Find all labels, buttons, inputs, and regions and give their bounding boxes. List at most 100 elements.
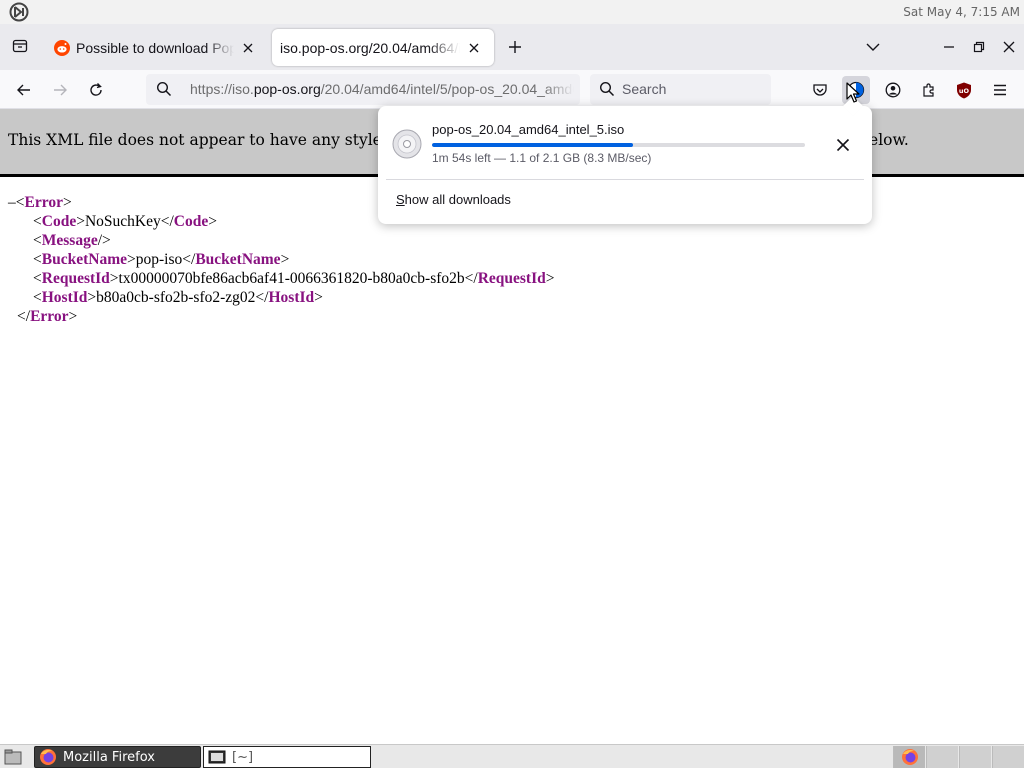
xml-root-close: </Error> [17,308,78,325]
xml-tag-name: BucketName [195,251,281,268]
downloads-panel: pop-os_20.04_amd64_intel_5.iso 1m 54s le… [378,96,872,224]
xml-element-bucketname: <BucketName>pop-iso</BucketName> [33,251,290,268]
mouse-cursor-icon [846,82,860,103]
svg-text:uO: uO [959,87,970,95]
taskbar-firefox[interactable]: Mozilla Firefox [34,746,201,768]
pocket-button[interactable] [806,76,834,104]
search-icon [156,81,172,97]
xml-tag-name: Message [41,232,98,249]
xml-tag-name: RequestId [41,270,110,287]
tab-strip: Possible to download Pop OS iso.pop-os.o… [0,24,1024,70]
clock[interactable]: Sat May 4, 7:15 AM [903,5,1020,19]
download-status: 1m 54s left — 1.1 of 2.1 GB (8.3 MB/sec) [432,151,652,165]
hamburger-menu-icon [994,84,1006,96]
xml-tag-name: Error [24,194,63,211]
workspace-3[interactable] [992,746,1024,768]
download-progress-bar [432,143,805,147]
disc-image-icon [392,129,422,159]
tab-close-button[interactable] [466,40,482,56]
address-bar[interactable]: https://iso.pop-os.org/20.04/amd64/intel… [146,74,580,105]
cancel-download-button[interactable] [830,132,856,158]
firefox-view-button[interactable] [8,34,32,58]
close-icon [469,43,479,52]
terminal-icon [208,750,226,764]
download-file-name[interactable]: pop-os_20.04_amd64_intel_5.iso [432,122,624,137]
taskbar-terminal[interactable]: [~] [203,746,371,768]
back-button[interactable] [11,77,37,103]
firefox-icon [40,749,56,765]
account-button[interactable] [879,76,907,104]
restore-icon [973,41,985,53]
new-tab-button[interactable] [504,36,526,58]
xml-value: NoSuchKey [84,213,161,230]
url-path: /20.04/amd64/intel/5/pop-os_20.04_amd64_… [320,81,574,97]
search-bar[interactable]: Search [590,74,771,105]
ublock-origin-button[interactable]: uO [950,76,978,104]
pocket-icon [813,84,827,96]
close-icon [1003,41,1015,53]
pop-os-logo-icon[interactable] [8,2,30,22]
reddit-icon [54,39,70,56]
navigation-toolbar: https://iso.pop-os.org/20.04/amd64/intel… [0,70,1024,109]
close-window-button[interactable] [998,36,1020,58]
url-text[interactable]: https://iso.pop-os.org/20.04/amd64/intel… [190,81,574,97]
xml-tag-name: BucketName [41,251,127,268]
firefox-view-icon [12,39,28,53]
tab-close-button[interactable] [240,40,256,56]
file-manager-icon [4,749,22,765]
forward-button[interactable] [47,77,73,103]
reload-icon [90,83,102,96]
xml-element-requestid: <RequestId>tx00000070bfe86acb6af41-00663… [33,270,555,287]
tab-reddit[interactable]: Possible to download Pop OS [44,29,266,66]
tab-iso-download[interactable]: iso.pop-os.org/20.04/amd64/intel/5/pop-o… [272,29,494,66]
chevron-down-icon [866,43,880,51]
desktop: Sat May 4, 7:15 AM Possible to download … [0,0,1024,768]
xml-tag-name: Code [41,213,77,230]
close-icon [243,43,253,52]
xml-tag-name: HostId [268,289,315,306]
accesskey-letter: S [396,192,405,207]
search-placeholder: Search [622,81,667,97]
xml-element-hostid: <HostId>b80a0cb-sfo2b-sfo2-zg02</HostId> [33,289,323,306]
list-all-tabs-button[interactable] [862,36,884,58]
account-icon [885,82,901,98]
puzzle-icon [923,83,934,97]
minimize-button[interactable] [938,36,960,58]
ublock-origin-icon: uO [957,82,971,98]
minimize-icon [944,46,954,48]
show-all-downloads-button[interactable]: Show all downloads [396,192,511,207]
show-all-label: how all downloads [404,192,511,207]
taskbar: Mozilla Firefox [~] [0,744,1024,768]
firefox-icon [901,749,918,765]
xml-tag-name: Error [30,308,69,325]
taskbar-firefox-label: Mozilla Firefox [63,749,155,765]
xml-element-message: <Message/> [33,232,111,249]
workspace-2[interactable] [959,746,991,768]
tab-title: Possible to download Pop OS [76,39,234,56]
extensions-button[interactable] [915,76,943,104]
arrow-right-icon [54,84,67,96]
app-menu-button[interactable] [986,76,1014,104]
file-manager-launcher[interactable] [2,747,24,767]
collapse-toggle[interactable]: – [8,194,16,211]
xml-value: pop-iso [135,251,183,268]
arrow-left-icon [17,84,30,96]
xml-value: tx00000070bfe86acb6af41-0066361820-b80a0… [118,270,465,287]
tab-title: iso.pop-os.org/20.04/amd64/intel/5/pop-o… [280,39,460,56]
xml-tag-name: RequestId [477,270,546,287]
taskbar-terminal-label: [~] [232,749,254,765]
workspace-1[interactable] [926,746,958,768]
download-progress-fill [432,143,634,147]
plus-icon [509,41,521,53]
tray-firefox[interactable] [893,746,925,768]
search-icon [599,81,615,97]
xml-tag-name: Code [173,213,209,230]
close-icon [836,138,850,152]
url-host: pop-os.org [253,81,321,97]
restore-button[interactable] [968,36,990,58]
panel-divider [386,179,864,180]
xml-tag-name: HostId [41,289,88,306]
url-prefix: https://iso. [190,81,254,97]
xml-value: b80a0cb-sfo2b-sfo2-zg02 [96,289,256,306]
reload-button[interactable] [83,77,109,103]
